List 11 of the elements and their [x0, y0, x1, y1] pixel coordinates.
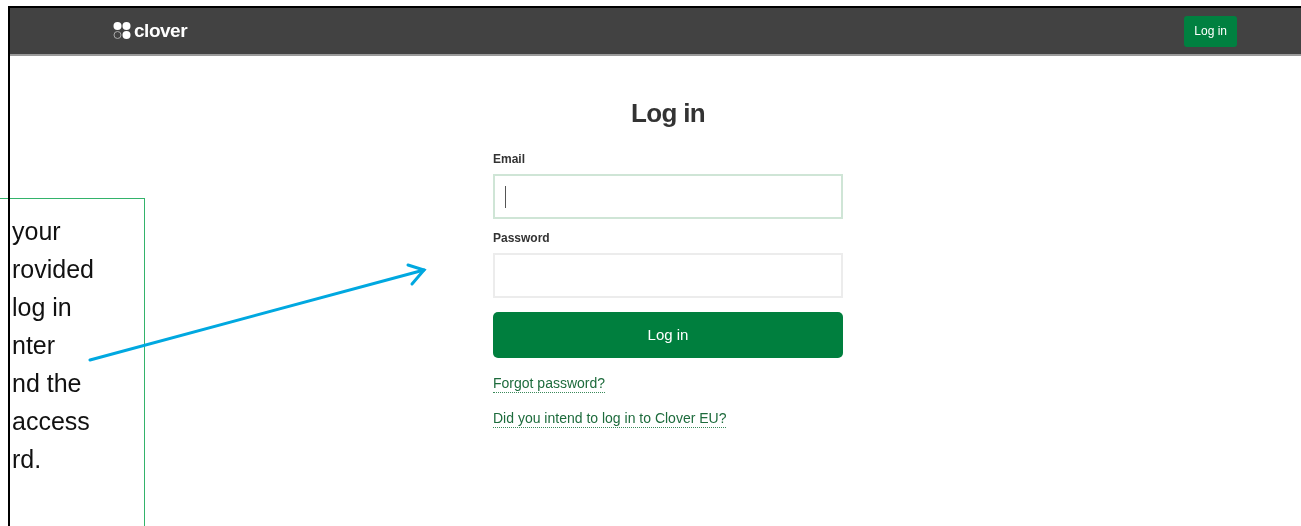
- field-label: Email: [493, 151, 526, 167]
- text-link[interactable]: Forgot password?: [493, 374, 606, 393]
- page-title: Log in: [630, 97, 706, 130]
- login-button[interactable]: Log in: [493, 312, 843, 358]
- text-link[interactable]: Did you intend to log in to Clover EU?: [493, 409, 727, 428]
- logo-text: clover: [134, 18, 188, 43]
- input-field[interactable]: [493, 174, 843, 219]
- field-label: Password: [493, 230, 551, 246]
- callout-text: your rovided log in nter nd the access rd.: [12, 216, 94, 475]
- login-button[interactable]: Log in: [1184, 15, 1237, 47]
- clover-logo-icon: [113, 21, 131, 41]
